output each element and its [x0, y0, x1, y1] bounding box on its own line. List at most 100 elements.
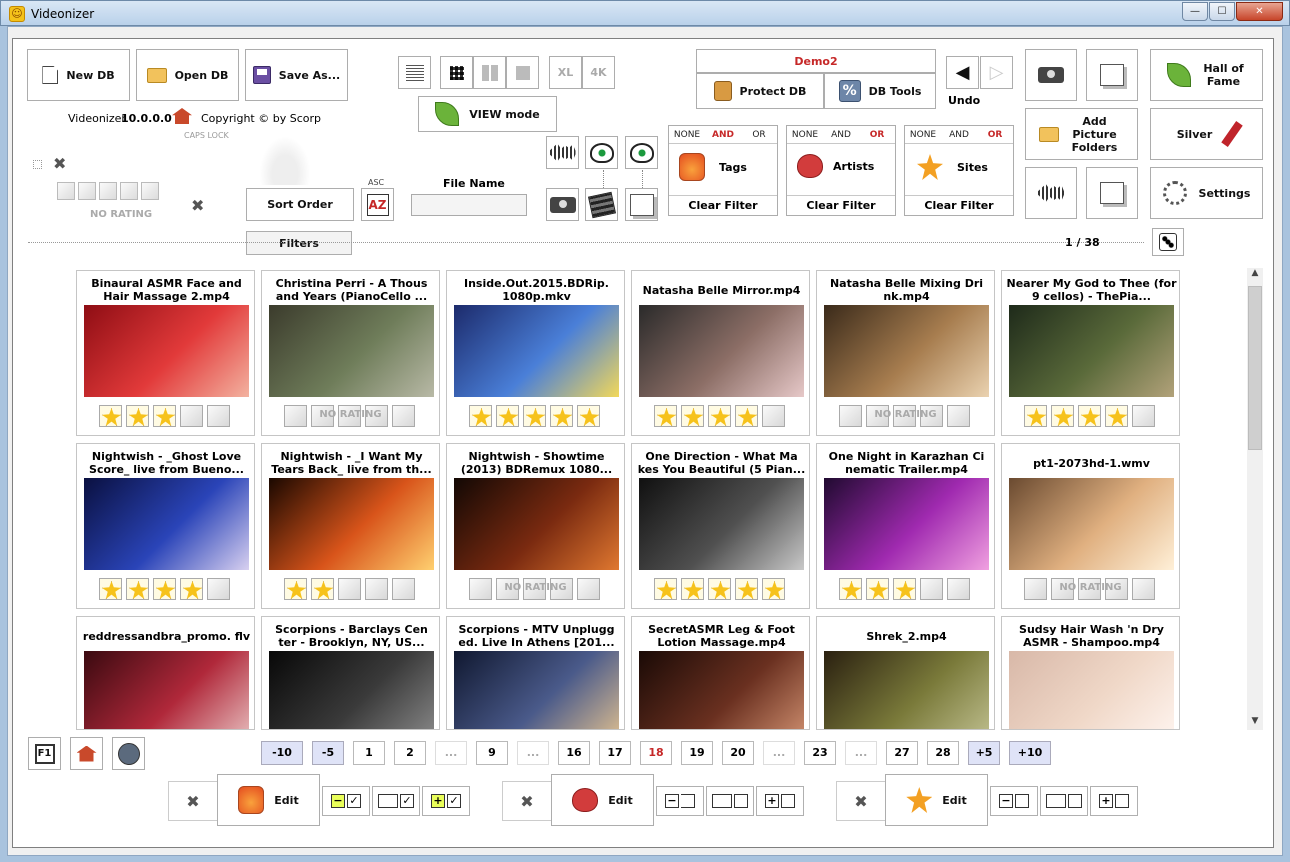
- tags-add-toggle[interactable]: + ✓: [422, 786, 470, 816]
- tags-clear-button[interactable]: ✖: [168, 781, 218, 821]
- star-filled-icon[interactable]: [153, 578, 176, 600]
- tags-and-toggle[interactable]: AND: [705, 126, 741, 143]
- star-filled-icon[interactable]: [180, 578, 203, 600]
- video-card[interactable]: Scorpions - MTV Unplugg ed. Live In Athe…: [446, 616, 625, 730]
- star-filled-icon[interactable]: [550, 405, 573, 427]
- star-filled-icon[interactable]: [1024, 405, 1047, 427]
- star-filled-icon[interactable]: [893, 578, 916, 600]
- page-button[interactable]: 23: [804, 741, 836, 765]
- star-empty-icon[interactable]: [365, 578, 388, 600]
- sort-order-button[interactable]: Sort Order: [246, 188, 354, 221]
- rss-button[interactable]: [112, 737, 145, 770]
- video-card[interactable]: SecretASMR Leg & Foot Lotion Massage.mp4: [631, 616, 810, 730]
- star-filled-icon[interactable]: [866, 578, 889, 600]
- star-filled-icon[interactable]: [708, 578, 731, 600]
- clear-rating-x-icon[interactable]: ✖: [191, 196, 204, 215]
- sites-and-toggle[interactable]: AND: [941, 126, 977, 143]
- star-empty-icon[interactable]: [392, 578, 415, 600]
- video-card[interactable]: reddressandbra_promo. flv: [76, 616, 255, 730]
- page-button[interactable]: 27: [886, 741, 918, 765]
- video-card[interactable]: One Direction - What Ma kes You Beautifu…: [631, 443, 810, 609]
- artists-add-toggle[interactable]: +: [756, 786, 804, 816]
- eye-view-alt-button[interactable]: [625, 136, 658, 169]
- star-filled-icon[interactable]: [469, 405, 492, 427]
- video-card[interactable]: Nightwish - _Ghost Love Score_ live from…: [76, 443, 255, 609]
- video-thumbnail[interactable]: [454, 478, 619, 570]
- tags-or-toggle[interactable]: OR: [741, 126, 777, 143]
- star-rating[interactable]: [284, 578, 419, 600]
- sites-or-toggle[interactable]: OR: [977, 126, 1013, 143]
- camera-folder-button[interactable]: [1025, 49, 1077, 101]
- view-mode-button[interactable]: VIEW mode: [418, 96, 557, 132]
- picture-filter-button[interactable]: [625, 188, 658, 221]
- page-button[interactable]: 9: [476, 741, 508, 765]
- random-button[interactable]: [1152, 228, 1184, 256]
- video-card[interactable]: pt1-2073hd-1.wmv NO RATING: [1001, 443, 1180, 609]
- tags-clear-filter-button[interactable]: Clear Filter: [669, 195, 777, 215]
- star-rating[interactable]: [99, 405, 234, 427]
- page-button[interactable]: 18: [640, 741, 672, 765]
- artists-set-toggle[interactable]: [706, 786, 754, 816]
- video-thumbnail[interactable]: [1009, 478, 1174, 570]
- grid-scrollbar[interactable]: ▲ ▼: [1247, 268, 1263, 730]
- video-card[interactable]: One Night in Karazhan Ci nematic Trailer…: [816, 443, 995, 609]
- video-thumbnail[interactable]: [824, 478, 989, 570]
- close-button[interactable]: ✕: [1236, 2, 1283, 21]
- page-button[interactable]: 28: [927, 741, 959, 765]
- star-empty-icon[interactable]: [207, 578, 230, 600]
- pictures-folder-button[interactable]: [1086, 49, 1138, 101]
- artists-clear-button[interactable]: ✖: [502, 781, 552, 821]
- page-button[interactable]: 17: [599, 741, 631, 765]
- artists-remove-toggle[interactable]: −: [656, 786, 704, 816]
- video-thumbnail[interactable]: [454, 651, 619, 729]
- page-button[interactable]: 20: [722, 741, 754, 765]
- film-filter-button[interactable]: [585, 188, 618, 221]
- sites-add-toggle[interactable]: +: [1090, 786, 1138, 816]
- page-button[interactable]: 16: [558, 741, 590, 765]
- star-rating[interactable]: [1024, 405, 1159, 427]
- star-filled-icon[interactable]: [126, 578, 149, 600]
- star-filled-icon[interactable]: [708, 405, 731, 427]
- tags-button[interactable]: Tags: [679, 153, 747, 181]
- artists-edit-button[interactable]: Edit: [551, 774, 654, 826]
- page-button[interactable]: 19: [681, 741, 713, 765]
- video-thumbnail[interactable]: [269, 478, 434, 570]
- video-thumbnail[interactable]: [84, 305, 249, 397]
- rating-slot[interactable]: [78, 182, 96, 200]
- undo-back-button[interactable]: ◀: [946, 56, 979, 89]
- pictures-audio-button[interactable]: [1086, 167, 1138, 219]
- star-rating[interactable]: [99, 578, 234, 600]
- rating-checkbox[interactable]: [33, 160, 42, 169]
- star-filled-icon[interactable]: [654, 578, 677, 600]
- page-button[interactable]: -10: [261, 741, 303, 765]
- artists-clear-filter-button[interactable]: Clear Filter: [787, 195, 895, 215]
- video-card[interactable]: Shrek_2.mp4: [816, 616, 995, 730]
- star-rating[interactable]: [469, 405, 604, 427]
- protect-db-button[interactable]: Protect DB: [696, 73, 824, 109]
- star-filled-icon[interactable]: [153, 405, 176, 427]
- rating-slots[interactable]: [57, 182, 162, 203]
- scroll-down-arrow-icon[interactable]: ▼: [1247, 716, 1263, 730]
- sites-clear-filter-button[interactable]: Clear Filter: [905, 195, 1013, 215]
- video-thumbnail[interactable]: [84, 478, 249, 570]
- star-filled-icon[interactable]: [284, 578, 307, 600]
- add-picture-folders-button[interactable]: Add Picture Folders: [1025, 108, 1138, 160]
- view-grid-medium-button[interactable]: [473, 56, 506, 89]
- star-filled-icon[interactable]: [839, 578, 862, 600]
- video-card[interactable]: Nearer My God to Thee (for 9 cellos) - T…: [1001, 270, 1180, 436]
- artists-and-toggle[interactable]: AND: [823, 126, 859, 143]
- sites-edit-button[interactable]: Edit: [885, 774, 988, 826]
- tags-edit-button[interactable]: Edit: [217, 774, 320, 826]
- video-thumbnail[interactable]: [84, 651, 249, 729]
- video-card[interactable]: Nightwish - _I Want My Tears Back_ live …: [261, 443, 440, 609]
- video-card[interactable]: Christina Perri - A Thous and Years (Pia…: [261, 270, 440, 436]
- view-grid-small-button[interactable]: [440, 56, 473, 89]
- silver-button[interactable]: Silver: [1150, 108, 1263, 160]
- rating-slot[interactable]: [141, 182, 159, 200]
- star-filled-icon[interactable]: [523, 405, 546, 427]
- camera-filter-button[interactable]: [546, 188, 579, 221]
- view-xl-button[interactable]: XL: [549, 56, 582, 89]
- star-rating[interactable]: [839, 578, 974, 600]
- video-thumbnail[interactable]: [454, 305, 619, 397]
- view-4k-button[interactable]: 4K: [582, 56, 615, 89]
